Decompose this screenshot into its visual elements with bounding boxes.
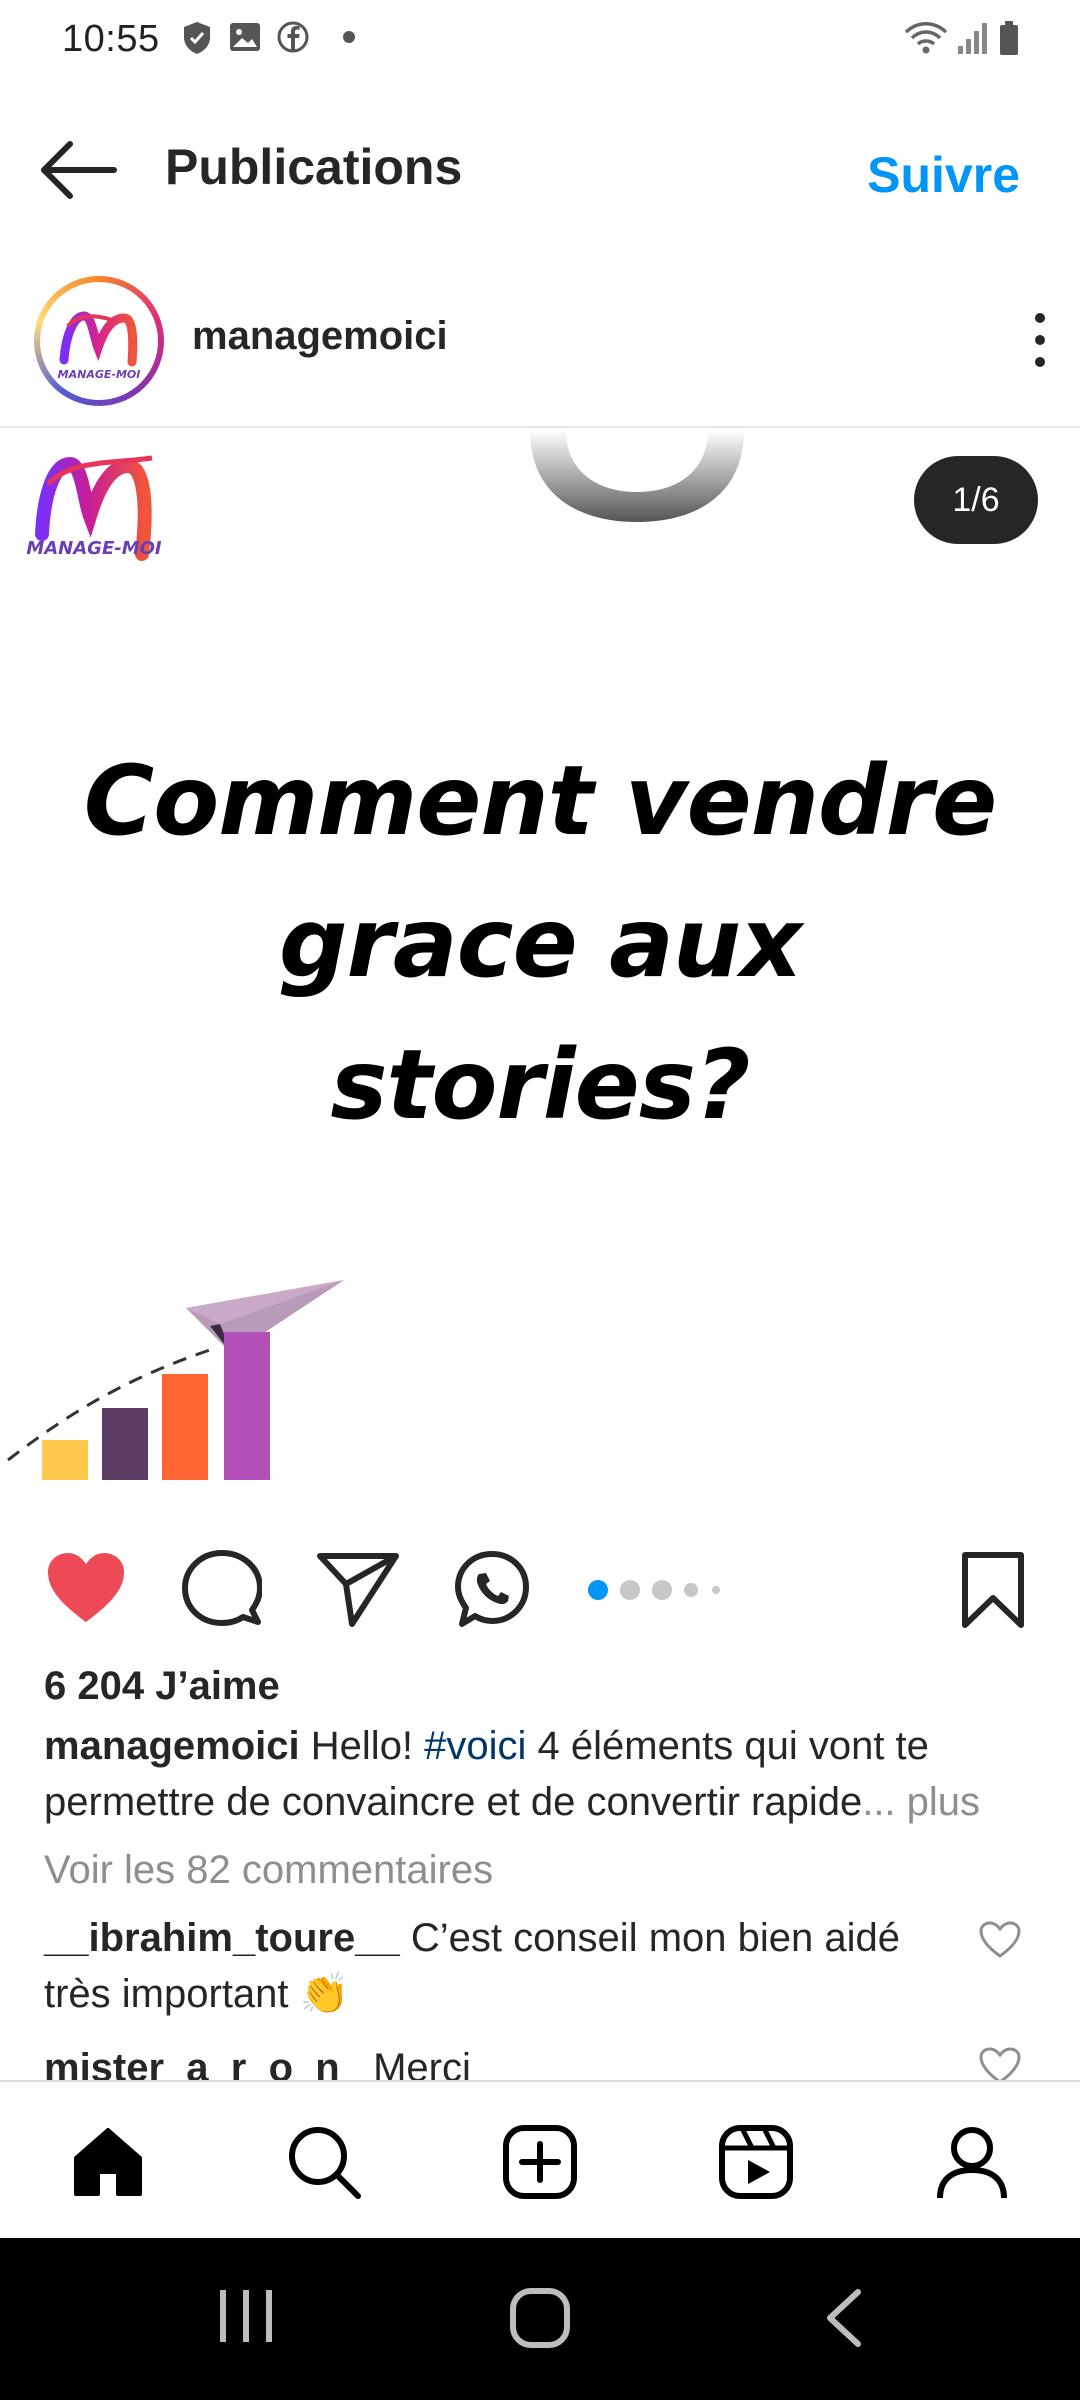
brand-logo-icon: MANAGE-MOI [26,455,162,561]
comment-heart-icon[interactable] [978,1920,1022,1960]
post-image[interactable]: MANAGE-MOI 1/6 Comment vendre grace aux … [0,430,1080,1510]
likes-count[interactable]: 6 204 J’aime [44,1664,280,1709]
more-link[interactable]: ... plus [862,1780,980,1824]
status-bar: 10:55 [0,0,1080,80]
nav-create-button[interactable] [500,2122,580,2202]
post-header: MANAGE-MOI managemoici [0,268,1080,428]
comment-heart-icon[interactable] [978,2046,1022,2080]
carousel-dot [684,1583,698,1597]
nav-reels-button[interactable] [716,2122,796,2202]
caption-hashtag[interactable]: #voici [424,1724,526,1768]
follow-button[interactable]: Suivre [867,146,1020,204]
page-title: Publications [165,139,463,195]
shield-icon [184,22,210,54]
caption-text: Hello! [310,1724,425,1768]
comment-item: mister_a_r_o_n_ Merci [44,2040,944,2080]
system-navigation-bar [0,2238,1080,2400]
profile-icon [937,2127,1007,2199]
status-time: 10:55 [62,18,160,60]
reels-icon [719,2125,793,2199]
carousel-dot [652,1580,672,1600]
comment-text: Merci [361,2046,471,2080]
heart-filled-icon[interactable] [44,1550,128,1626]
avatar-logo-text: MANAGE-MOI [58,368,141,381]
headline-line-2: grace aux [278,887,802,999]
headline-line-1: Comment vendre [83,745,997,857]
carousel-dot [712,1586,720,1594]
carousel-dot [620,1580,640,1600]
back-icon[interactable] [822,2286,866,2350]
post-username[interactable]: managemoici [192,314,448,359]
headline-line-3: stories? [330,1029,750,1141]
signal-icon [958,23,987,54]
view-comments-link[interactable]: Voir les 82 commentaires [44,1848,493,1893]
more-vertical-icon [1035,313,1045,367]
bottom-navigation [0,2080,1080,2238]
caption-username[interactable]: managemoici [44,1724,300,1768]
post-headline: Comment vendre grace aux stories? [0,730,1080,1156]
nav-home-button[interactable] [68,2122,148,2202]
image-icon [230,23,260,51]
recent-apps-icon[interactable] [214,2286,278,2346]
decorative-arc [530,430,744,522]
home-button-icon[interactable] [508,2286,572,2350]
image-logo-text: MANAGE-MOI [26,538,162,559]
post-caption: managemoici Hello! #voici 4 éléments qui… [44,1718,1044,1830]
bookmark-icon[interactable] [960,1550,1026,1630]
battery-icon [1000,21,1018,55]
top-app-bar: Publications Suivre [0,120,1080,230]
wifi-icon [904,22,948,54]
dot-icon [343,31,355,43]
share-icon[interactable] [316,1550,400,1630]
brand-logo-icon: MANAGE-MOI [58,311,141,381]
image-counter-badge: 1/6 [914,456,1038,544]
growth-chart-illustration [7,1280,344,1480]
post-action-bar [0,1530,1080,1650]
more-options-button[interactable] [1022,308,1058,372]
comment-username[interactable]: mister_a_r_o_n_ [44,2046,362,2080]
comment-icon[interactable] [182,1550,262,1630]
facebook-icon [277,21,309,53]
comment-item: __ibrahim_toure__ C’est conseil mon bien… [44,1910,944,2022]
create-icon [503,2125,577,2199]
back-button[interactable] [38,138,122,202]
whatsapp-icon[interactable] [452,1550,532,1630]
avatar[interactable]: MANAGE-MOI [34,276,164,406]
nav-search-button[interactable] [284,2122,364,2202]
home-icon [74,2128,142,2196]
carousel-dot-active [588,1580,608,1600]
nav-profile-button[interactable] [932,2122,1012,2202]
search-icon [289,2127,361,2199]
arrow-left-icon [41,141,117,199]
comment-username[interactable]: __ibrahim_toure__ [44,1916,400,1960]
